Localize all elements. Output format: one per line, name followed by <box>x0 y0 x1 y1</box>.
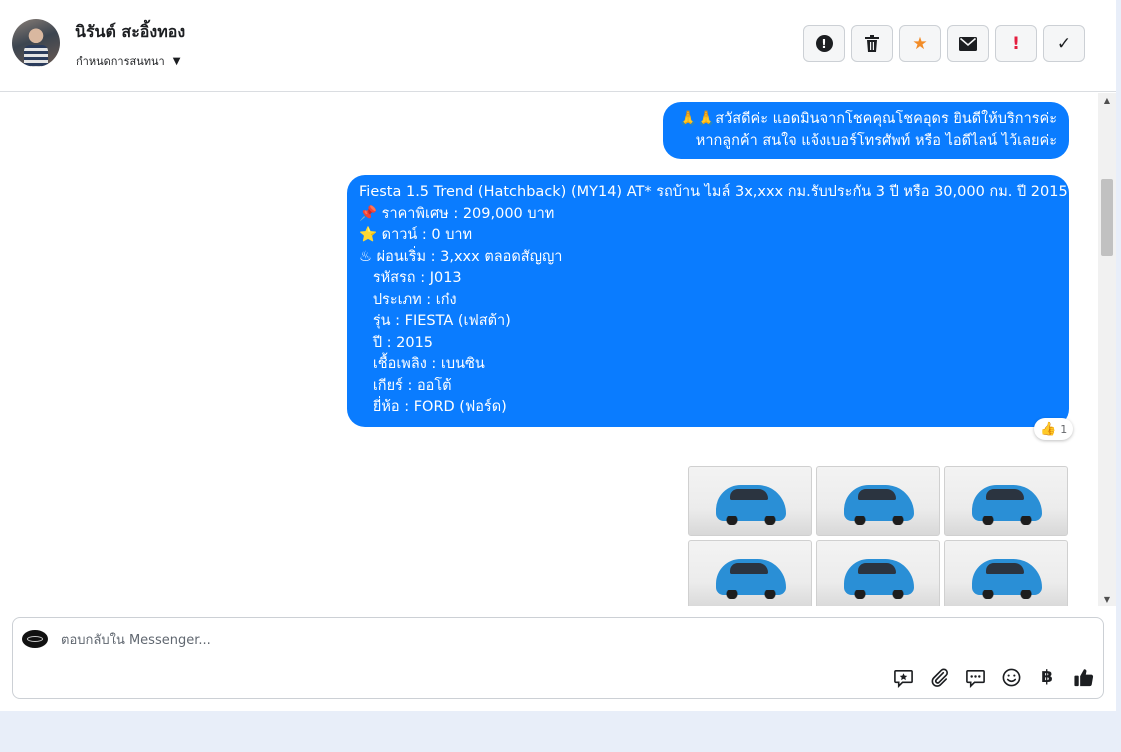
car-photo[interactable] <box>944 540 1068 606</box>
reaction-count: 1 <box>1060 422 1068 436</box>
spam-button[interactable]: ! <box>803 25 845 62</box>
scroll-thumb[interactable] <box>1101 179 1113 256</box>
chat-dots-icon <box>965 669 985 688</box>
delete-button[interactable] <box>851 25 893 62</box>
paperclip-icon <box>931 668 948 687</box>
smiley-icon <box>1002 668 1020 686</box>
car-photo[interactable] <box>816 466 940 536</box>
message-line: ♨ ผ่อนเริ่ม : 3,xxx ตลอดสัญญา <box>359 248 563 265</box>
photo-attachments <box>688 466 1068 606</box>
mark-unread-button[interactable] <box>947 25 989 62</box>
message-reaction[interactable]: 👍 1 <box>1034 418 1074 440</box>
payment-button[interactable]: ฿ <box>1035 665 1059 689</box>
scroll-down-arrow[interactable]: ▼ <box>1098 592 1116 606</box>
quick-reply-button[interactable] <box>963 665 987 689</box>
message-line: ⭐ ดาวน์ : 0 บาท <box>359 227 473 243</box>
message-line: ประเภท : เก๋ง <box>359 291 457 308</box>
saved-replies-button[interactable] <box>891 665 915 689</box>
conversation-header: นิรันต์ สะอิ้งทอง กำหนดการสนทนา ▼ ! ★ ! … <box>0 0 1116 92</box>
car-photo[interactable] <box>688 466 812 536</box>
message-line: เชื้อเพลิง : เบนซิน <box>359 356 485 372</box>
thumbs-up-icon <box>1073 668 1093 686</box>
star-button[interactable]: ★ <box>899 25 941 62</box>
reply-input[interactable] <box>61 630 761 650</box>
message-bubble-listing[interactable]: Fiesta 1.5 Trend (Hatchback) (MY14) AT* … <box>347 175 1069 427</box>
contact-avatar[interactable] <box>12 19 60 67</box>
chat-star-icon <box>893 669 913 688</box>
contact-name[interactable]: นิรันต์ สะอิ้งทอง <box>75 20 185 45</box>
message-line: เกียร์ : ออโต้ <box>359 377 452 394</box>
message-line: รุ่น : FIESTA (เฟสต้า) <box>359 313 511 329</box>
message-line: ปี : 2015 <box>359 334 434 351</box>
car-photo[interactable] <box>688 540 812 606</box>
send-like-button[interactable] <box>1071 665 1095 689</box>
emoji-button[interactable] <box>999 665 1023 689</box>
baht-icon: ฿ <box>1041 667 1053 687</box>
message-line: Fiesta 1.5 Trend (Hatchback) (MY14) AT* … <box>359 184 1068 200</box>
car-photo[interactable] <box>816 540 940 606</box>
trash-icon <box>865 35 879 52</box>
message-line: รหัสรถ : J013 <box>359 270 462 286</box>
message-bubble-greeting[interactable]: 🙏🙏สวัสดีค่ะ แอดมินจากโชคคุณโชคอุดร ยินดี… <box>663 102 1069 159</box>
conversation-panel: นิรันต์ สะอิ้งทอง กำหนดการสนทนา ▼ ! ★ ! … <box>0 0 1116 711</box>
mark-done-button[interactable]: ✓ <box>1043 25 1085 62</box>
chevron-down-icon: ▼ <box>172 55 181 67</box>
assign-conversation-dropdown[interactable]: กำหนดการสนทนา ▼ <box>76 52 180 70</box>
message-line: หากลูกค้า สนใจ แจ้งเบอร์โทรศัพท์ หรือ ไอ… <box>695 133 1057 149</box>
attach-file-button[interactable] <box>927 665 951 689</box>
exclamation-icon: ! <box>1012 33 1020 54</box>
important-button[interactable]: ! <box>995 25 1037 62</box>
message-scrollbar[interactable]: ▲ ▼ <box>1098 93 1116 606</box>
alert-circle-icon: ! <box>815 35 833 52</box>
message-line: 🙏🙏สวัสดีค่ะ แอดมินจากโชคคุณโชคอุดร ยินดี… <box>679 111 1057 127</box>
star-icon: ★ <box>912 33 928 54</box>
thumbs-up-icon: 👍 <box>1040 421 1057 437</box>
assign-label: กำหนดการสนทนา <box>76 55 165 68</box>
composer-tools: ฿ <box>891 665 1095 689</box>
message-list[interactable]: 🙏🙏สวัสดีค่ะ แอดมินจากโชคคุณโชคอุดร ยินดี… <box>0 93 1098 606</box>
conversation-toolbar: ! ★ ! ✓ <box>803 25 1085 62</box>
message-line: 📌 ราคาพิเศษ : 209,000 บาท <box>359 205 555 222</box>
message-line: ยี่ห้อ : FORD (ฟอร์ด) <box>359 399 507 415</box>
scroll-up-arrow[interactable]: ▲ <box>1098 93 1116 107</box>
envelope-icon <box>959 36 977 51</box>
car-photo[interactable] <box>944 466 1068 536</box>
check-icon: ✓ <box>1056 33 1072 54</box>
page-avatar <box>22 630 48 648</box>
reply-composer: ฿ <box>12 617 1104 699</box>
